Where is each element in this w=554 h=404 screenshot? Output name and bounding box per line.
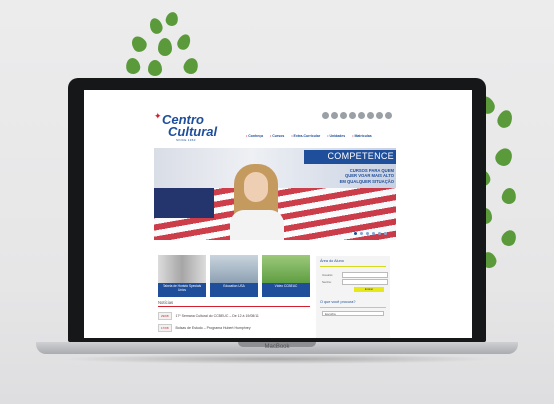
news-text: 17º Semana Cultural do CCBEUC – De 12 à …	[175, 314, 259, 318]
laptop-screen: ✦ Centro Cultural SINCE 1963 Conheça Cur…	[84, 90, 472, 338]
user-label: Usuário:	[322, 273, 334, 277]
share-icon[interactable]	[385, 112, 392, 119]
feature-tiles: Tabela de Horário Specials Unics Educati…	[158, 255, 310, 297]
rss-icon[interactable]	[367, 112, 374, 119]
flag-stars	[154, 188, 214, 218]
tile-caption: Tabela de Horário Specials Unics	[162, 284, 202, 292]
news-date: 29/08	[158, 312, 172, 320]
logo-line2: Cultural	[168, 124, 218, 139]
maple-leaf-icon: ✦	[154, 111, 162, 121]
hero-subtitle: CURSOS PARA QUEM QUER VOAR MAIS ALTO EM …	[314, 168, 394, 184]
login-title: Área do Aluno	[320, 259, 344, 263]
password-label: Senha:	[322, 280, 332, 284]
sidebar-panel: Área do Aluno Usuário: Senha: Entrar O q…	[316, 256, 390, 338]
nav-item-cursos[interactable]: Cursos	[270, 134, 284, 138]
hero-subtitle-line: EM QUALQUER SITUAÇÃO	[339, 178, 394, 184]
login-button[interactable]: Entrar	[354, 287, 384, 292]
password-input[interactable]	[342, 279, 388, 285]
facebook-icon[interactable]	[322, 112, 329, 119]
tile-caption: Education USA	[223, 284, 245, 288]
search-rule	[320, 307, 386, 308]
nav-item-conheca[interactable]: Conheça	[246, 134, 263, 138]
tile-education-usa[interactable]: Education USA	[210, 255, 258, 297]
outdoor-image	[262, 255, 310, 283]
hero-banner[interactable]: COMPETENCE CURSOS PARA QUEM QUER VOAR MA…	[154, 148, 396, 240]
login-rule	[320, 266, 386, 267]
nav-item-unidades[interactable]: Unidades	[327, 134, 345, 138]
news-item[interactable]: 17/08 Bolsas de Estudo – Programa Hubert…	[158, 324, 251, 332]
user-input[interactable]	[342, 272, 388, 278]
carousel-dot[interactable]	[372, 232, 375, 235]
news-heading: Notícias	[158, 300, 174, 305]
student-image	[210, 255, 258, 283]
social-icons	[322, 112, 392, 120]
carousel-dot[interactable]	[378, 232, 381, 235]
hero-photo	[228, 164, 286, 240]
search-title: O que você procura?	[320, 300, 356, 304]
hero-title: COMPETENCE	[327, 151, 394, 161]
main-nav: Conheça Cursos Extra-Curricular Unidades…	[246, 134, 372, 138]
nav-item-matriculas[interactable]: Matrículas	[352, 134, 371, 138]
carousel-dot[interactable]	[354, 232, 357, 235]
news-divider	[158, 306, 310, 307]
tile-video[interactable]: Vídeo CCBEUC	[262, 255, 310, 297]
twitter-icon[interactable]	[331, 112, 338, 119]
plant-top	[122, 10, 212, 82]
tile-caption: Vídeo CCBEUC	[274, 284, 298, 288]
instagram-icon[interactable]	[349, 112, 356, 119]
news-text: Bolsas de Estudo – Programa Hubert Humph…	[175, 326, 251, 330]
youtube-icon[interactable]	[340, 112, 347, 119]
laptop-shadow	[60, 354, 494, 364]
device-brand: MacBook	[264, 344, 290, 350]
news-item[interactable]: 29/08 17º Semana Cultural do CCBEUC – De…	[158, 312, 259, 320]
carousel-dot[interactable]	[384, 232, 387, 235]
tile-horarios[interactable]: Tabela de Horário Specials Unics	[158, 255, 206, 297]
site-logo[interactable]: ✦ Centro Cultural SINCE 1963	[154, 112, 224, 148]
carousel-dot[interactable]	[360, 232, 363, 235]
topic-select[interactable]: Escolha	[322, 311, 384, 316]
carousel-dots	[354, 232, 387, 235]
news-date: 17/08	[158, 324, 172, 332]
hourglass-image	[158, 255, 206, 283]
email-icon[interactable]	[376, 112, 383, 119]
flickr-icon[interactable]	[358, 112, 365, 119]
carousel-dot[interactable]	[366, 232, 369, 235]
nav-item-extra[interactable]: Extra-Curricular	[291, 134, 321, 138]
